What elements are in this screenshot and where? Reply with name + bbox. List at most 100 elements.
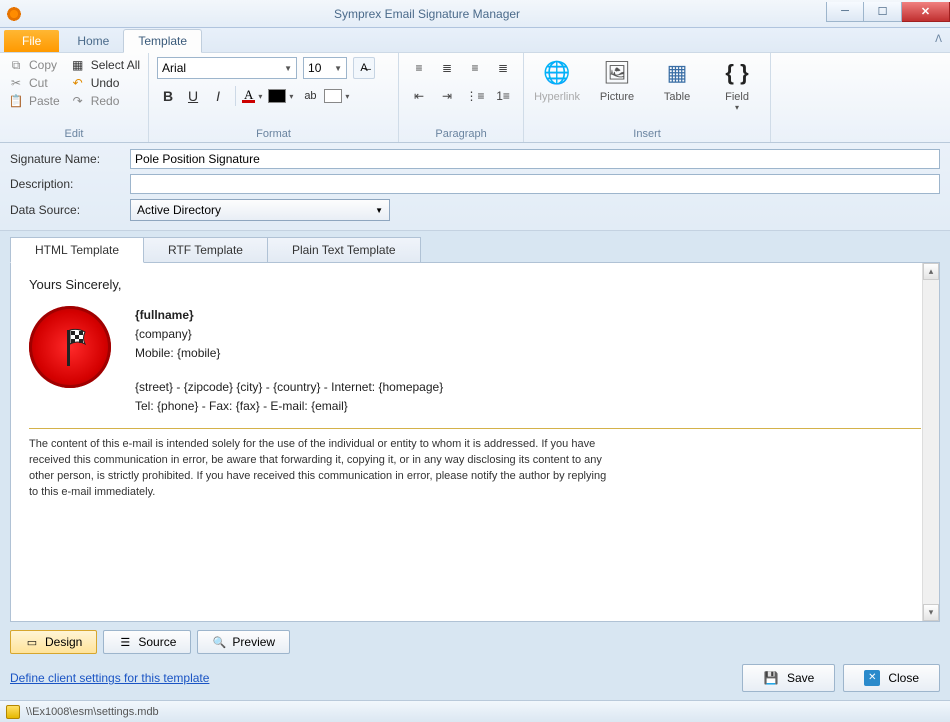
status-path: \\Ex1008\esm\settings.mdb bbox=[26, 706, 159, 718]
disclaimer-text: The content of this e-mail is intended s… bbox=[29, 437, 609, 501]
color-swatch-icon bbox=[268, 89, 286, 103]
design-view-button[interactable]: ▭Design bbox=[10, 630, 97, 654]
scrollbar[interactable]: ▴ ▾ bbox=[922, 263, 939, 621]
globe-icon: 🌐 bbox=[541, 57, 573, 89]
chevron-down-icon: ▼ bbox=[328, 64, 342, 73]
preview-view-button[interactable]: 🔍Preview bbox=[197, 630, 290, 654]
align-left-button[interactable]: ≡ bbox=[407, 57, 431, 79]
paste-button[interactable]: 📋Paste bbox=[8, 93, 60, 109]
chevron-down-icon: ▼ bbox=[278, 64, 292, 73]
paste-icon: 📋 bbox=[8, 93, 24, 109]
font-color-button[interactable]: A▾ bbox=[242, 90, 265, 103]
group-label-format: Format bbox=[157, 126, 390, 140]
tab-file[interactable]: File bbox=[4, 30, 59, 52]
field-button[interactable]: { } Field ▾ bbox=[712, 57, 762, 112]
bold-button[interactable]: B bbox=[157, 85, 179, 107]
minimize-button[interactable]: ─ bbox=[826, 2, 864, 22]
window-close-button[interactable]: ✕ bbox=[902, 2, 950, 22]
design-icon: ▭ bbox=[25, 635, 39, 649]
fill-color-button[interactable]: ▾ bbox=[324, 89, 352, 103]
table-button[interactable]: ▦ Table bbox=[652, 57, 702, 112]
undo-button[interactable]: ↶Undo bbox=[70, 75, 140, 91]
preview-icon: 🔍 bbox=[212, 635, 226, 649]
close-button[interactable]: ✕Close bbox=[843, 664, 940, 692]
bottom-bar: Define client settings for this template… bbox=[0, 660, 950, 700]
picture-icon: 🖼 bbox=[601, 57, 633, 89]
highlight-color-button[interactable]: ▾ bbox=[268, 89, 296, 103]
tab-template[interactable]: Template bbox=[123, 29, 202, 53]
save-button[interactable]: 💾Save bbox=[742, 664, 835, 692]
group-label-insert: Insert bbox=[532, 126, 762, 140]
fullname-field: {fullname} bbox=[135, 306, 443, 325]
clear-format-button[interactable]: A̶ bbox=[353, 57, 375, 79]
phone-field: Tel: {phone} - Fax: {fax} - E-mail: {ema… bbox=[135, 397, 443, 416]
indent-button[interactable]: ⇥ bbox=[435, 85, 459, 107]
tab-html-template[interactable]: HTML Template bbox=[10, 237, 144, 263]
close-icon: ✕ bbox=[864, 670, 880, 686]
ribbon-collapse-icon[interactable]: ᐱ bbox=[935, 34, 942, 45]
align-center-button[interactable]: ≣ bbox=[435, 57, 459, 79]
hyperlink-button[interactable]: 🌐 Hyperlink bbox=[532, 57, 582, 112]
client-settings-link[interactable]: Define client settings for this template bbox=[10, 671, 209, 685]
select-all-button[interactable]: ▦Select All bbox=[70, 57, 140, 73]
chevron-down-icon: ▾ bbox=[342, 92, 352, 101]
maximize-button[interactable]: ☐ bbox=[864, 2, 902, 22]
align-right-button[interactable]: ≡ bbox=[463, 57, 487, 79]
select-all-icon: ▦ bbox=[70, 57, 86, 73]
font-family-combo[interactable]: Arial▼ bbox=[157, 57, 297, 79]
chevron-down-icon: ▾ bbox=[735, 103, 739, 112]
group-label-edit: Edit bbox=[8, 126, 140, 140]
database-icon bbox=[6, 705, 20, 719]
scroll-up-icon[interactable]: ▴ bbox=[923, 263, 939, 280]
ribbon-group-insert: 🌐 Hyperlink 🖼 Picture ▦ Table { } Field … bbox=[524, 53, 771, 142]
number-list-button[interactable]: 1≡ bbox=[491, 85, 515, 107]
font-size-combo[interactable]: 10▼ bbox=[303, 57, 347, 79]
outdent-icon: ⇤ bbox=[414, 89, 424, 103]
ribbon-group-paragraph: ≡ ≣ ≡ ≣ ⇤ ⇥ ⋮≡ 1≡ Paragraph bbox=[399, 53, 524, 142]
scroll-down-icon[interactable]: ▾ bbox=[923, 604, 939, 621]
ribbon-group-format: Arial▼ 10▼ A̶ B U I A▾ ▾ ab ▾ Format bbox=[149, 53, 399, 142]
text-highlight-button[interactable]: ab bbox=[299, 85, 321, 107]
underline-button[interactable]: U bbox=[182, 85, 204, 107]
redo-button[interactable]: ↷Redo bbox=[70, 93, 140, 109]
color-swatch-icon bbox=[324, 89, 342, 103]
align-justify-button[interactable]: ≣ bbox=[491, 57, 515, 79]
description-input[interactable] bbox=[130, 174, 940, 194]
address-field: {street} - {zipcode} {city} - {country} … bbox=[135, 378, 443, 397]
cut-icon: ✂ bbox=[8, 75, 24, 91]
indent-icon: ⇥ bbox=[442, 89, 452, 103]
tab-plain-template[interactable]: Plain Text Template bbox=[267, 237, 421, 263]
tab-home[interactable]: Home bbox=[63, 30, 123, 52]
flag-icon bbox=[45, 322, 95, 372]
picture-button[interactable]: 🖼 Picture bbox=[592, 57, 642, 112]
view-mode-row: ▭Design ☰Source 🔍Preview bbox=[10, 630, 940, 654]
greeting-text: Yours Sincerely, bbox=[29, 277, 921, 292]
window-title: Symprex Email Signature Manager bbox=[28, 7, 826, 21]
align-justify-icon: ≣ bbox=[498, 61, 508, 75]
signature-logo bbox=[29, 306, 111, 388]
copy-button[interactable]: ⧉Copy bbox=[8, 57, 60, 73]
ribbon: ⧉Copy ▦Select All ✂Cut ↶Undo 📋Paste ↷Red… bbox=[0, 53, 950, 143]
cut-button[interactable]: ✂Cut bbox=[8, 75, 60, 91]
field-icon: { } bbox=[721, 57, 753, 89]
italic-button[interactable]: I bbox=[207, 85, 229, 107]
datasource-select[interactable]: Active Directory ▼ bbox=[130, 199, 390, 221]
eraser-icon: A̶ bbox=[360, 62, 367, 74]
signature-name-input[interactable] bbox=[130, 149, 940, 169]
undo-icon: ↶ bbox=[70, 75, 86, 91]
font-color-icon: A bbox=[242, 90, 255, 103]
template-editor[interactable]: Yours Sincerely, {fullname} {company} Mo… bbox=[11, 263, 939, 621]
datasource-label: Data Source: bbox=[10, 203, 130, 217]
bullet-list-button[interactable]: ⋮≡ bbox=[463, 85, 487, 107]
copy-icon: ⧉ bbox=[8, 57, 24, 73]
source-view-button[interactable]: ☰Source bbox=[103, 630, 191, 654]
outdent-button[interactable]: ⇤ bbox=[407, 85, 431, 107]
signature-text-block: {fullname} {company} Mobile: {mobile} {s… bbox=[135, 306, 443, 416]
template-tabs: HTML Template RTF Template Plain Text Te… bbox=[10, 237, 940, 263]
bullet-list-icon: ⋮≡ bbox=[466, 89, 485, 103]
tab-rtf-template[interactable]: RTF Template bbox=[143, 237, 268, 263]
source-icon: ☰ bbox=[118, 635, 132, 649]
ribbon-group-edit: ⧉Copy ▦Select All ✂Cut ↶Undo 📋Paste ↷Red… bbox=[0, 53, 149, 142]
save-icon: 💾 bbox=[763, 670, 779, 686]
ribbon-tab-row: File Home Template ᐱ bbox=[0, 28, 950, 53]
